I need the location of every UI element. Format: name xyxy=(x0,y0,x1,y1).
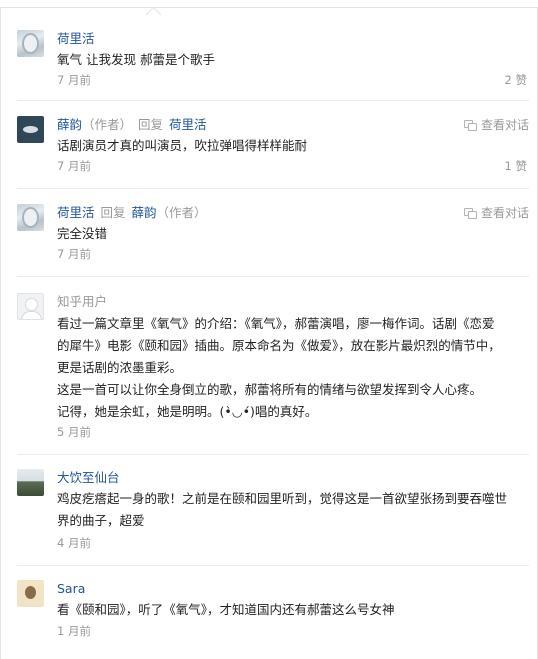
view-conversation-link[interactable]: 查看对话 xyxy=(463,204,529,222)
author-tag: （作者） xyxy=(82,117,133,132)
comment-text-line: 记得，她是余虹，她是明明。(•̀◡•́)唱的真好。 xyxy=(57,404,318,419)
avatar[interactable] xyxy=(17,580,44,607)
comment-text-line: 界的曲子，超爱 xyxy=(57,513,145,528)
reply-to-tag: （作者） xyxy=(156,205,207,220)
reply-to-link[interactable]: 薛韵 xyxy=(132,205,157,220)
comment-body: 鸡皮疙瘩起一身的歌！之前是在颐和园里听到，觉得这是一首欲望张扬到要吞噬世 界的曲… xyxy=(57,488,527,532)
author-name: 知乎用户 xyxy=(57,294,108,309)
like-count[interactable]: 2 赞 xyxy=(505,72,527,88)
divider xyxy=(17,276,529,277)
comment-text-line: 鸡皮疙瘩起一身的歌！之前是在颐和园里听到，觉得这是一首欲望张扬到要吞噬世 xyxy=(57,491,508,506)
conversation-icon xyxy=(463,120,477,131)
comment-body: 看过一篇文章里《氧气》的介绍：《氧气》，郝蕾演唱，廖一梅作词。话剧《恋爱 的犀牛… xyxy=(57,313,527,423)
comment-header: 大饮至仙台 xyxy=(57,469,120,487)
timestamp: 1 月前 xyxy=(57,624,91,638)
comment-text-line: 这是一首可以让你全身倒立的歌，郝蕾将所有的情绪与欲望发挥到令人心疼。 xyxy=(57,382,483,397)
comment-text-line: 氧气 让我发现 郝蕾是个歌手 xyxy=(57,52,215,67)
comment-header: Sara xyxy=(57,580,85,598)
divider xyxy=(17,188,529,189)
comment-text-line: 话剧演员才真的叫演员，吹拉弹唱得样样能耐 xyxy=(57,138,308,153)
comment-panel: 荷里活 氧气 让我发现 郝蕾是个歌手 7 月前 2 赞 薛韵（作者） 回复 荷里… xyxy=(0,6,538,659)
timestamp: 4 月前 xyxy=(57,536,91,550)
avatar[interactable] xyxy=(17,204,44,231)
view-conversation-link[interactable]: 查看对话 xyxy=(463,116,529,134)
view-conversation-label: 查看对话 xyxy=(480,206,529,220)
author-link[interactable]: 荷里活 xyxy=(57,205,95,220)
author-link[interactable]: 荷里活 xyxy=(57,31,95,46)
comment-header: 荷里活 xyxy=(57,30,95,48)
comment-body: 看《颐和园》，听了《氧气》，才知道国内还有郝蕾这么号女神 xyxy=(57,599,527,621)
comment-header: 薛韵（作者） 回复 荷里活 xyxy=(57,116,207,134)
avatar[interactable] xyxy=(17,116,44,143)
divider xyxy=(17,454,529,455)
divider xyxy=(17,565,529,566)
author-link[interactable]: Sara xyxy=(57,581,85,596)
divider xyxy=(17,100,529,101)
comment-text-line: 看过一篇文章里《氧气》的介绍：《氧气》，郝蕾演唱，廖一梅作词。话剧《恋爱 xyxy=(57,316,495,331)
avatar[interactable] xyxy=(17,30,44,57)
comment-body: 氧气 让我发现 郝蕾是个歌手 xyxy=(57,49,527,71)
panel-pointer xyxy=(145,6,162,23)
reply-label: 回复 xyxy=(138,117,164,132)
reply-to-link[interactable]: 荷里活 xyxy=(169,117,207,132)
author-link[interactable]: 薛韵 xyxy=(57,117,82,132)
comment-body: 完全没错 xyxy=(57,223,527,245)
comment-header: 荷里活 回复 薛韵（作者） xyxy=(57,204,207,222)
conversation-icon xyxy=(463,208,477,219)
author-link[interactable]: 大饮至仙台 xyxy=(57,470,120,485)
timestamp: 7 月前 xyxy=(57,159,91,173)
reply-label: 回复 xyxy=(100,205,126,220)
view-conversation-label: 查看对话 xyxy=(480,118,529,132)
comment-text-line: 看《颐和园》，听了《氧气》，才知道国内还有郝蕾这么号女神 xyxy=(57,602,395,617)
comment-header: 知乎用户 xyxy=(57,293,107,311)
timestamp: 7 月前 xyxy=(57,73,91,87)
comment-text-line: 完全没错 xyxy=(57,226,108,241)
comment-text-line: 更是话剧的浓墨重彩。 xyxy=(57,360,183,375)
like-count[interactable]: 1 赞 xyxy=(505,158,527,174)
comment-text-line: 的犀牛》电影《颐和园》插曲。原本命名为《做爱》，放在影片最炽烈的情节中， xyxy=(57,338,501,353)
timestamp: 5 月前 xyxy=(57,425,91,439)
avatar xyxy=(17,293,44,320)
timestamp: 7 月前 xyxy=(57,247,91,261)
avatar[interactable] xyxy=(17,469,44,496)
comment-body: 话剧演员才真的叫演员，吹拉弹唱得样样能耐 xyxy=(57,135,527,157)
